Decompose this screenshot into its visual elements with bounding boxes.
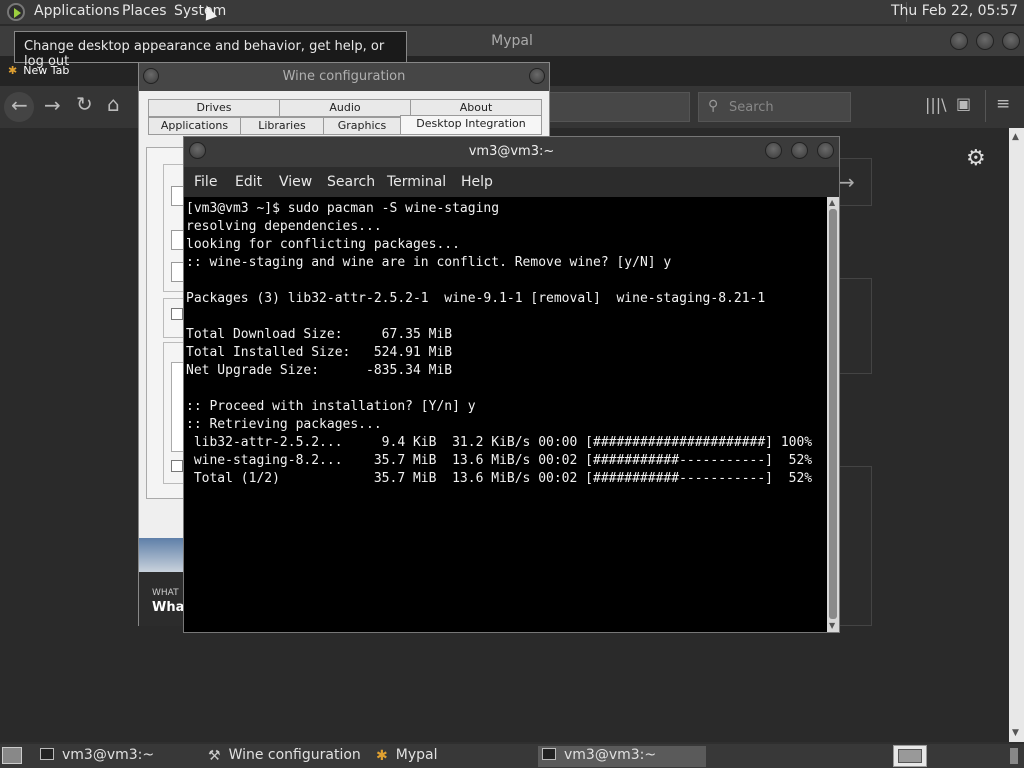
menu-terminal[interactable]: Terminal: [387, 174, 446, 190]
terminal-icon: [40, 748, 54, 760]
mypal-icon: ✱: [376, 748, 388, 764]
show-desktop-icon[interactable]: [2, 747, 22, 764]
taskbar-item-wine-configuration[interactable]: ⚒ Wine configuration: [204, 746, 364, 767]
terminal-scroll-up-icon[interactable]: ▲: [829, 198, 835, 207]
wine-title: Wine configuration: [282, 69, 406, 84]
home-icon[interactable]: ⌂: [107, 92, 120, 116]
terminal-window: vm3@vm3:~ File Edit View Search Terminal…: [183, 136, 840, 633]
search-input[interactable]: ⚲ Search: [698, 92, 851, 122]
top-panel: Applications Places System Thu Feb 22, 0…: [0, 0, 1024, 24]
workspace-1[interactable]: [898, 749, 922, 763]
terminal-output: [vm3@vm3 ~]$ sudo pacman -S wine-staging…: [186, 201, 813, 486]
trash-applet-icon[interactable]: [1010, 748, 1018, 764]
gear-icon[interactable]: ⚙: [966, 146, 986, 171]
search-placeholder: Search: [729, 100, 774, 115]
wrench-icon: ⚒: [208, 748, 221, 764]
mime-checkbox[interactable]: [171, 308, 183, 320]
sidebar-icon[interactable]: ▣: [956, 94, 971, 113]
system-menu[interactable]: System: [174, 3, 226, 19]
taskbar-item-terminal[interactable]: vm3@vm3:~: [36, 746, 196, 767]
menu-edit[interactable]: Edit: [235, 174, 262, 190]
wine-menu-button[interactable]: [143, 68, 159, 84]
taskbar-label: vm3@vm3:~: [62, 747, 155, 763]
terminal-scrollbar-thumb[interactable]: [829, 209, 837, 619]
tab-drives[interactable]: Drives: [148, 99, 280, 117]
wine-close-button[interactable]: [529, 68, 545, 84]
clock[interactable]: Thu Feb 22, 05:57: [891, 3, 1018, 19]
terminal-menubar: File Edit View Search Terminal Help: [184, 167, 839, 197]
scroll-up-icon[interactable]: ▲: [1012, 132, 1019, 142]
tab-audio[interactable]: Audio: [279, 99, 411, 117]
scroll-down-icon[interactable]: ▼: [1012, 728, 1019, 738]
taskbar-item-terminal-active[interactable]: vm3@vm3:~: [538, 746, 706, 767]
library-icon[interactable]: |||\: [925, 95, 947, 114]
menu-view[interactable]: View: [279, 174, 312, 190]
menu-search[interactable]: Search: [327, 174, 375, 190]
terminal-screen[interactable]: [vm3@vm3 ~]$ sudo pacman -S wine-staging…: [184, 197, 827, 632]
workspace-switcher[interactable]: [893, 745, 927, 767]
taskbar-label: Wine configuration: [228, 747, 361, 763]
taskbar-label: Mypal: [395, 747, 438, 763]
terminal-icon: [542, 748, 556, 760]
applications-menu[interactable]: Applications: [34, 3, 120, 19]
maximize-button[interactable]: [976, 32, 994, 50]
terminal-titlebar[interactable]: vm3@vm3:~: [184, 137, 839, 167]
browser-title: Mypal: [491, 33, 533, 49]
mypal-tab-icon: ✱: [8, 64, 18, 77]
terminal-scroll-down-icon[interactable]: ▼: [829, 621, 835, 630]
preview-image: [139, 538, 185, 572]
tab-libraries[interactable]: Libraries: [240, 117, 324, 135]
browser-scrollbar[interactable]: [1009, 128, 1024, 742]
minimize-button[interactable]: [950, 32, 968, 50]
go-arrow-icon: →: [838, 170, 855, 194]
preview-caption: WHAT: [152, 588, 179, 598]
url-bar[interactable]: [548, 92, 690, 122]
system-menu-tooltip: Change desktop appearance and behavior, …: [14, 31, 407, 69]
link-checkbox[interactable]: [171, 460, 183, 472]
top-site-tile[interactable]: [838, 278, 872, 374]
browser-preview-card: WHAT What: [139, 538, 191, 626]
tab-applications[interactable]: Applications: [148, 117, 241, 135]
terminal-minimize-button[interactable]: [765, 142, 782, 159]
wine-titlebar[interactable]: Wine configuration: [139, 63, 549, 91]
back-arrow-icon: ←: [11, 93, 28, 117]
terminal-title: vm3@vm3:~: [468, 144, 555, 159]
hamburger-menu-icon[interactable]: ≡: [996, 94, 1010, 114]
close-button[interactable]: [1002, 32, 1020, 50]
terminal-close-button[interactable]: [817, 142, 834, 159]
search-icon: ⚲: [708, 98, 719, 114]
terminal-maximize-button[interactable]: [791, 142, 808, 159]
places-menu[interactable]: Places: [122, 3, 167, 19]
toolbar-separator: [985, 90, 986, 122]
menu-file[interactable]: File: [194, 174, 217, 190]
reload-icon[interactable]: ↻: [76, 92, 93, 116]
highlight-card[interactable]: [838, 466, 872, 626]
terminal-menu-button[interactable]: [189, 142, 206, 159]
tab-graphics[interactable]: Graphics: [323, 117, 401, 135]
bottom-panel: vm3@vm3:~ ⚒ Wine configuration ✱ Mypal vm3…: [0, 744, 1024, 768]
taskbar-item-mypal[interactable]: ✱ Mypal: [372, 746, 532, 767]
taskbar-label: vm3@vm3:~: [564, 747, 657, 763]
distro-logo-icon[interactable]: [7, 3, 25, 21]
forward-arrow-icon[interactable]: →: [44, 93, 61, 117]
tab-desktop-integration[interactable]: Desktop Integration: [400, 115, 542, 135]
menu-help[interactable]: Help: [461, 174, 493, 190]
